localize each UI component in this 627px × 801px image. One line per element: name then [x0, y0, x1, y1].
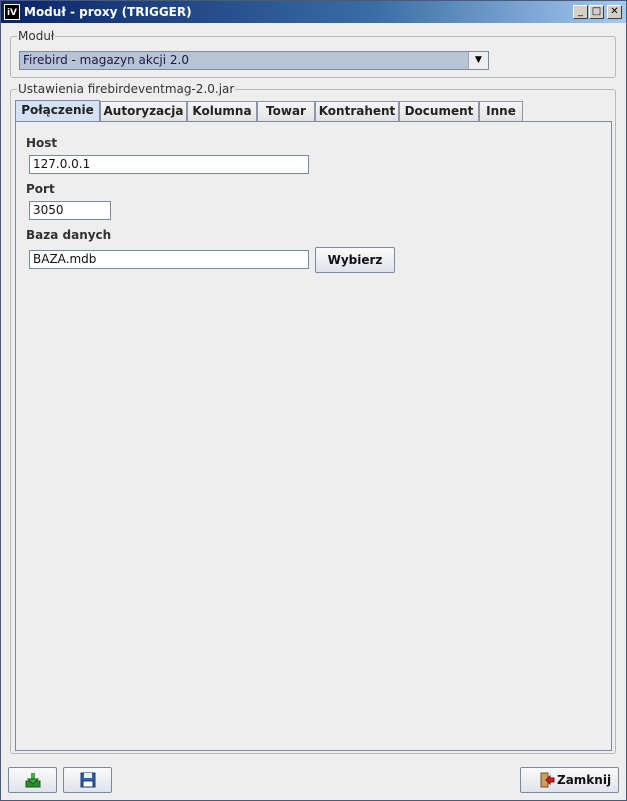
- database-input[interactable]: BAZA.mdb: [29, 250, 309, 269]
- host-input[interactable]: 127.0.0.1: [29, 155, 309, 174]
- tab-kontrahent[interactable]: Kontrahent: [315, 101, 399, 121]
- save-button[interactable]: [63, 767, 112, 793]
- floppy-disk-icon: [80, 772, 95, 788]
- chevron-down-icon[interactable]: ▼: [468, 52, 488, 69]
- download-arrow-icon: [25, 773, 40, 788]
- port-label: Port: [26, 182, 55, 196]
- database-label: Baza danych: [26, 228, 112, 242]
- host-label: Host: [26, 136, 58, 150]
- exit-door-icon: [540, 772, 555, 788]
- tab-document[interactable]: Document: [399, 101, 479, 121]
- tab-towar[interactable]: Towar: [257, 101, 315, 121]
- tab-kolumna[interactable]: Kolumna: [187, 101, 257, 121]
- modul-legend: Moduł: [18, 29, 55, 43]
- title-bar[interactable]: iV Moduł - proxy (TRIGGER) _ □ ✕: [1, 1, 626, 23]
- port-input[interactable]: 3050: [29, 201, 111, 220]
- close-button[interactable]: Zamknij: [520, 767, 619, 793]
- tab-inne[interactable]: Inne: [479, 101, 523, 121]
- modul-select[interactable]: Firebird - magazyn akcji 2.0 ▼: [19, 51, 489, 70]
- modul-select-value: Firebird - magazyn akcji 2.0: [23, 53, 189, 67]
- maximize-button[interactable]: □: [589, 5, 604, 19]
- app-icon: iV: [4, 4, 20, 20]
- tab-autoryzacja[interactable]: Autoryzacja: [100, 101, 187, 121]
- close-window-button[interactable]: ✕: [607, 5, 622, 19]
- tab-polaczenie[interactable]: Połączenie: [15, 100, 100, 122]
- window-title: Moduł - proxy (TRIGGER): [24, 5, 192, 19]
- import-button[interactable]: [8, 767, 57, 793]
- minimize-button[interactable]: _: [573, 5, 588, 19]
- settings-legend: Ustawienia firebirdeventmag-2.0.jar: [18, 82, 235, 96]
- close-button-label: Zamknij: [557, 773, 612, 787]
- choose-database-button[interactable]: Wybierz: [315, 247, 395, 273]
